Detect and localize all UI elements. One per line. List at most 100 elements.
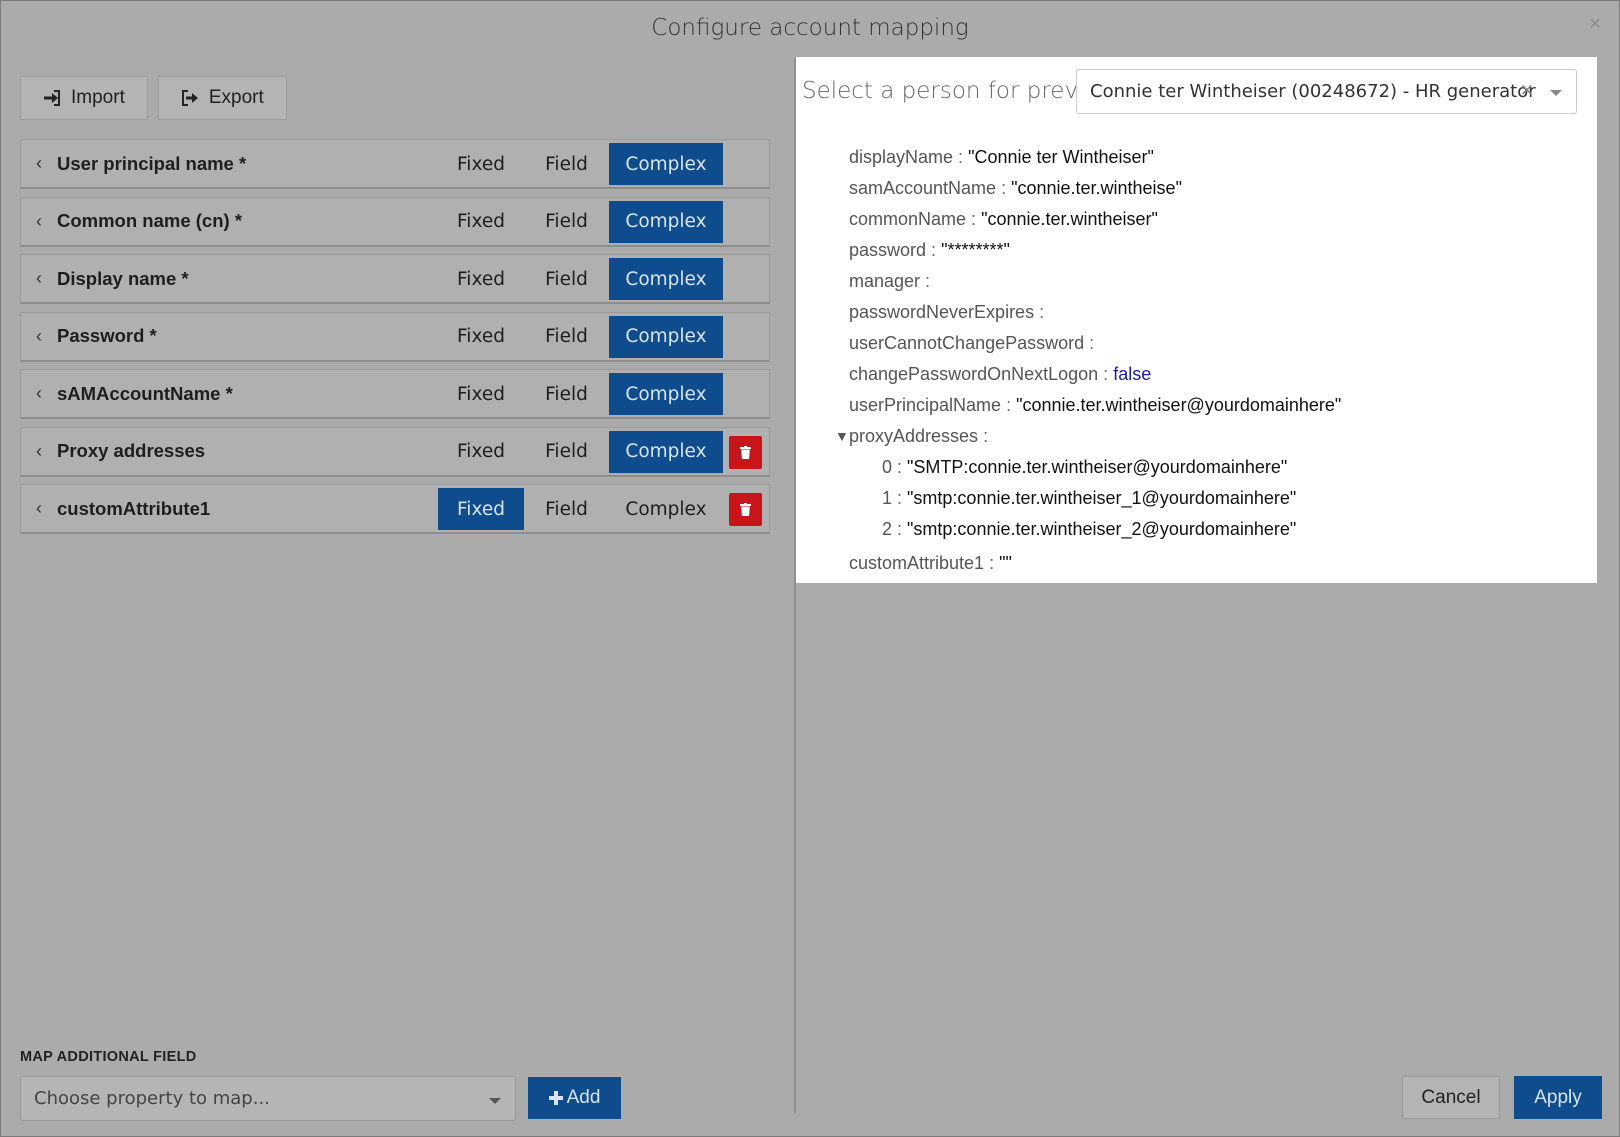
field-key: customAttribute1 (849, 553, 985, 573)
export-button[interactable]: Export (157, 76, 287, 120)
mode-fixed-option[interactable]: Fixed (438, 201, 524, 243)
toolbar: Import Export (20, 76, 287, 120)
mode-complex-option[interactable]: Complex (609, 200, 723, 243)
mapping-row: ‹ sAMAccountName * Fixed Field Complex (20, 369, 770, 419)
mode-toggle: Fixed Field Complex (438, 143, 723, 185)
mapping-row: ‹ User principal name * Fixed Field Complex (20, 139, 770, 189)
add-button[interactable]: Add (528, 1077, 621, 1119)
item-index: 2 (882, 519, 893, 539)
proxy-item: 1 : "smtp:connie.ter.wintheiser_1@yourdo… (882, 488, 1297, 508)
field-key: displayName (849, 147, 954, 167)
mode-fixed-option[interactable]: Fixed (438, 316, 524, 358)
caret-down-icon[interactable]: ▼ (835, 421, 849, 452)
mode-fixed-option[interactable]: Fixed (438, 258, 524, 300)
mapping-row: ‹ Proxy addresses Fixed Field Complex (20, 426, 770, 477)
chevron-left-icon[interactable]: ‹ (21, 211, 57, 232)
mode-field-option[interactable]: Field (524, 488, 609, 530)
add-label: Add (566, 1087, 601, 1108)
preview-field: passwordNeverExpires : (849, 302, 1045, 322)
field-value: "connie.ter.wintheise" (1011, 178, 1182, 198)
mode-fixed-option[interactable]: Fixed (438, 143, 524, 185)
item-value: "SMTP:connie.ter.wintheiser@yourdomainhe… (907, 457, 1288, 477)
mode-field-option[interactable]: Field (524, 201, 609, 243)
field-value: "********" (941, 240, 1010, 260)
item-index: 1 (882, 488, 893, 508)
close-icon[interactable]: × (1589, 13, 1601, 36)
chevron-left-icon[interactable]: ‹ (21, 153, 57, 174)
mapping-list: ‹ User principal name * Fixed Field Complex ‹… (20, 139, 770, 542)
mode-fixed-option[interactable]: Fixed (438, 373, 524, 415)
mode-toggle: Fixed Field Complex (438, 488, 723, 530)
mapping-row: ‹ Common name (cn) * Fixed Field Complex (20, 196, 770, 247)
mode-complex-option[interactable]: Complex (609, 143, 723, 185)
mode-fixed-option[interactable]: Fixed (438, 488, 524, 530)
field-key: proxyAddresses (849, 426, 979, 446)
mode-toggle: Fixed Field Complex (438, 200, 723, 243)
mode-fixed-option[interactable]: Fixed (438, 431, 524, 473)
delete-button[interactable] (729, 435, 762, 469)
mode-toggle: Fixed Field Complex (438, 373, 723, 415)
chevron-left-icon[interactable]: ‹ (21, 441, 57, 462)
mode-complex-option[interactable]: Complex (609, 373, 723, 415)
mode-field-option[interactable]: Field (524, 143, 609, 185)
sign-out-icon (181, 90, 198, 106)
mode-field-option[interactable]: Field (524, 258, 609, 300)
proxy-item: 0 : "SMTP:connie.ter.wintheiser@yourdoma… (882, 457, 1288, 477)
mode-complex-option[interactable]: Complex (609, 258, 723, 300)
field-key: changePasswordOnNextLogon (849, 364, 1099, 384)
sign-in-icon (44, 90, 60, 106)
mapping-row: ‹ Display name * Fixed Field Complex (20, 254, 770, 304)
trash-icon (740, 503, 751, 516)
field-key: userPrincipalName (849, 395, 1002, 415)
property-select[interactable]: Choose property to map... (20, 1076, 516, 1121)
chevron-left-icon[interactable]: ‹ (21, 383, 57, 404)
chevron-down-icon (489, 1098, 501, 1104)
preview-field: manager : (849, 271, 931, 291)
delete-button[interactable] (729, 493, 762, 526)
mode-complex-option[interactable]: Complex (609, 315, 723, 358)
field-value: "Connie ter Wintheiser" (968, 147, 1154, 167)
clear-icon[interactable]: ✕ (1520, 81, 1534, 101)
preview-field: samAccountName : "connie.ter.wintheise" (849, 178, 1182, 198)
preview-field: commonName : "connie.ter.wintheiser" (849, 209, 1158, 229)
preview-field: userCannotChangePassword : (849, 333, 1095, 353)
field-value: false (1113, 364, 1152, 384)
mode-complex-option[interactable]: Complex (609, 430, 723, 473)
preview-panel: Select a person for preview Connie ter W… (796, 57, 1597, 583)
mode-complex-option[interactable]: Complex (609, 488, 723, 530)
field-key: commonName (849, 209, 967, 229)
mode-field-option[interactable]: Field (524, 373, 609, 415)
apply-button[interactable]: Apply (1514, 1076, 1602, 1119)
mode-toggle: Fixed Field Complex (438, 315, 723, 358)
mode-field-option[interactable]: Field (524, 316, 609, 358)
item-value: "smtp:connie.ter.wintheiser_2@yourdomain… (907, 519, 1297, 539)
preview-field-proxy: ▼ proxyAddresses : (835, 421, 1341, 452)
proxy-item: 2 : "smtp:connie.ter.wintheiser_2@yourdo… (882, 519, 1297, 539)
chevron-left-icon[interactable]: ‹ (21, 498, 57, 519)
property-placeholder: Choose property to map... (34, 1088, 270, 1109)
item-value: "smtp:connie.ter.wintheiser_1@yourdomain… (907, 488, 1297, 508)
plus-icon (548, 1091, 563, 1105)
export-label: Export (208, 87, 264, 108)
mapping-row: ‹ customAttribute1 Fixed Field Complex (20, 484, 770, 534)
field-key: passwordNeverExpires (849, 302, 1035, 322)
preview-field: changePasswordOnNextLogon : false (849, 364, 1152, 384)
chevron-down-icon[interactable] (1550, 90, 1562, 96)
field-key: password (849, 240, 927, 260)
mode-field-option[interactable]: Field (524, 431, 609, 473)
person-select[interactable]: Connie ter Wintheiser (00248672) - HR ge… (1076, 69, 1577, 114)
import-label: Import (71, 87, 125, 108)
preview-label: Select a person for preview (802, 78, 1118, 104)
field-key: samAccountName (849, 178, 997, 198)
dialog-title: Configure account mapping (651, 15, 969, 41)
field-key: manager (849, 271, 921, 291)
preview-field: displayName : "Connie ter Wintheiser" (849, 147, 1154, 167)
cancel-button[interactable]: Cancel (1402, 1076, 1500, 1119)
chevron-left-icon[interactable]: ‹ (21, 326, 57, 347)
item-index: 0 (882, 457, 893, 477)
trash-icon (740, 445, 751, 459)
field-value: "connie.ter.wintheiser@yourdomainhere" (1016, 395, 1342, 415)
mode-toggle: Fixed Field Complex (438, 430, 723, 473)
import-button[interactable]: Import (20, 76, 148, 120)
chevron-left-icon[interactable]: ‹ (21, 268, 57, 289)
